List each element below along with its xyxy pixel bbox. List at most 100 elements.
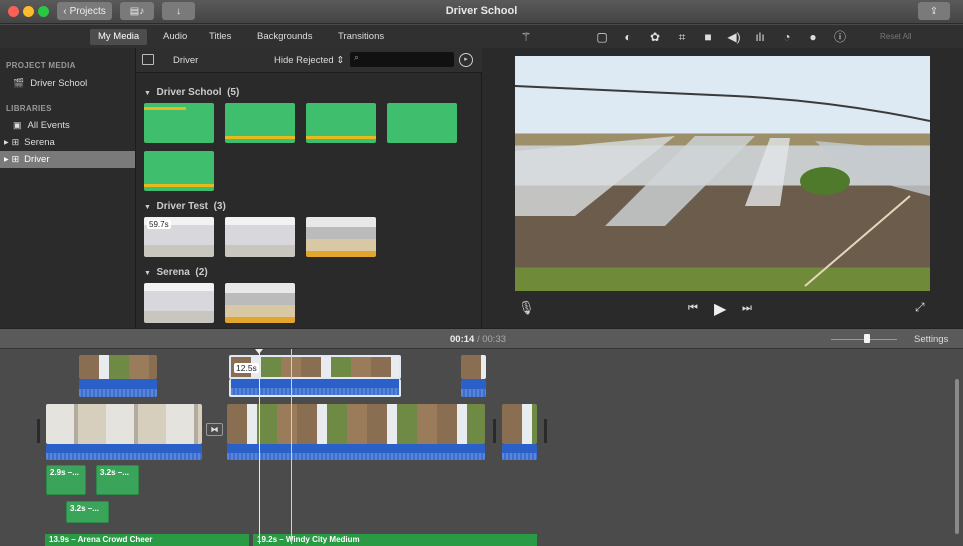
music-track[interactable]: 19.2s – Windy City Medium <box>253 534 537 546</box>
audio-clip-thumb[interactable] <box>306 103 376 143</box>
clapperboard-icon: 🎬 <box>13 78 25 88</box>
event-header-serena[interactable]: ▼ Serena (2) <box>144 267 208 278</box>
audio-peaks <box>144 107 186 110</box>
cutaway-video-clip[interactable] <box>461 355 486 379</box>
main-video-clip[interactable] <box>227 404 485 444</box>
timeline-scrollbar[interactable] <box>955 379 959 534</box>
video-clip-thumb[interactable] <box>225 217 295 257</box>
tab-titles[interactable]: Titles <box>201 29 239 45</box>
share-button[interactable]: ⇪ <box>918 2 950 20</box>
selected-cutaway-clip[interactable]: 12.5s <box>229 355 401 379</box>
event-header-driver-school[interactable]: ▼ Driver School (5) <box>144 87 239 98</box>
audio-clip-thumb[interactable] <box>387 103 457 143</box>
cropping-style-icon[interactable]: ▢ <box>594 29 610 45</box>
libraries-sidebar: PROJECT MEDIA 🎬 Driver School LIBRARIES ▣… <box>0 48 136 328</box>
selected-clip-duration: 12.5s <box>234 363 259 373</box>
fullscreen-icon[interactable]: ⤢ <box>915 300 925 315</box>
disclosure-triangle-icon[interactable]: ▶ <box>4 139 9 146</box>
search-input[interactable]: ⌕ <box>350 52 454 67</box>
library-name: Driver <box>173 55 199 66</box>
audio-range-bar <box>225 136 295 139</box>
skip-back-icon[interactable]: ⏮ <box>688 302 698 315</box>
search-icon: ⌕ <box>354 52 360 62</box>
play-icon[interactable]: ▶ <box>714 299 726 319</box>
music-track[interactable]: 13.9s – Arena Crowd Cheer <box>45 534 249 546</box>
sidebar-item-driver[interactable]: ▶ ⊞ Driver <box>0 151 135 168</box>
cutaway-video-clip[interactable] <box>79 355 157 379</box>
browser-tabs: My Media Audio Titles Backgrounds Transi… <box>0 25 482 48</box>
disclosure-down-icon: ▼ <box>144 90 151 97</box>
sound-effect-clip[interactable]: 2.9s –... <box>46 465 86 495</box>
sidebar-item-driver-school[interactable]: 🎬 Driver School <box>0 75 135 92</box>
speed-icon[interactable]: ◔ <box>779 29 795 45</box>
sound-effect-clip[interactable]: 3.2s –... <box>96 465 139 495</box>
library-grid-icon: ⊞ <box>11 137 20 147</box>
library-grid-icon: ⊞ <box>11 154 20 164</box>
sound-effect-clip[interactable]: 3.2s –... <box>66 501 109 523</box>
main-video-clip[interactable] <box>46 404 202 444</box>
viewer: 🎙 ⏮ ▶ ⏭ ⤢ <box>482 48 963 328</box>
audio-range-bar <box>306 136 376 139</box>
color-balance-icon[interactable]: ◐ <box>620 29 636 45</box>
tab-transitions[interactable]: Transitions <box>330 29 392 45</box>
main-audio[interactable] <box>502 444 537 460</box>
browser-toolbar: Driver Hide Rejected ⇕ ⌕ ▸ <box>136 48 482 73</box>
tab-audio[interactable]: Audio <box>155 29 195 45</box>
settings-button[interactable]: Settings <box>914 334 948 345</box>
zoom-slider-knob[interactable] <box>864 334 871 343</box>
audio-clip-thumb[interactable] <box>144 103 214 143</box>
main-audio[interactable] <box>227 444 485 460</box>
video-clip-thumb[interactable] <box>144 283 214 323</box>
timecode-display: 00:14 / 00:33 <box>450 334 507 345</box>
main-video-clip[interactable] <box>502 404 537 444</box>
inspector-toolbar: ⚚ ▢ ◐ ✿ ⌗ ■ ◀) ılı ◔ ● ⓘ Reset All <box>482 25 963 48</box>
stabilization-camera-icon[interactable]: ■ <box>700 29 716 45</box>
selected-cutaway-audio[interactable] <box>229 379 401 397</box>
video-clip-thumb[interactable] <box>225 283 295 323</box>
volume-icon[interactable]: ◀) <box>726 29 742 45</box>
tab-my-media[interactable]: My Media <box>90 29 148 45</box>
star-icon: ▣ <box>13 120 22 130</box>
event-header-driver-test[interactable]: ▼ Driver Test (3) <box>144 201 226 212</box>
cutaway-audio[interactable] <box>461 379 486 397</box>
sidebar-item-all-events[interactable]: ▣ All Events <box>0 117 135 134</box>
disclosure-triangle-icon[interactable]: ▶ <box>4 156 9 163</box>
playhead[interactable] <box>259 349 260 544</box>
project-media-header: PROJECT MEDIA <box>6 61 76 70</box>
skip-forward-icon[interactable]: ⏭ <box>742 302 752 315</box>
crop-icon[interactable]: ⌗ <box>674 29 690 45</box>
storyline-edge <box>493 419 496 443</box>
tab-backgrounds[interactable]: Backgrounds <box>249 29 320 45</box>
cutaway-audio[interactable] <box>79 379 157 397</box>
audio-range-bar <box>144 184 214 187</box>
playhead-handle-icon[interactable] <box>255 349 263 354</box>
storyline-edge <box>37 419 40 443</box>
video-clip-thumb[interactable]: 59.7s <box>144 217 214 257</box>
updown-arrows-icon: ⇕ <box>336 55 345 66</box>
equalizer-icon[interactable]: ılı <box>752 29 768 45</box>
transition-icon[interactable]: ⧓ <box>206 423 223 436</box>
video-clip-thumb[interactable] <box>306 217 376 257</box>
color-palette-icon[interactable]: ✿ <box>647 29 663 45</box>
video-preview[interactable] <box>515 56 930 291</box>
reset-all-button[interactable]: Reset All <box>880 32 912 41</box>
audio-clip-thumb[interactable] <box>144 151 214 191</box>
voiceover-microphone-icon[interactable]: 🎙 <box>518 300 535 316</box>
storyline-edge <box>544 419 547 443</box>
preview-frame-art <box>515 85 930 287</box>
main-audio[interactable] <box>46 444 202 460</box>
sidebar-toggle-icon[interactable] <box>142 54 154 65</box>
clip-appearance-icon[interactable]: ▸ <box>459 53 473 67</box>
filter-icon[interactable]: ● <box>805 29 821 45</box>
skimmer <box>291 349 292 544</box>
audio-clip-thumb[interactable] <box>225 103 295 143</box>
filter-dropdown[interactable]: Hide Rejected ⇕ <box>274 55 344 66</box>
info-icon[interactable]: ⓘ <box>832 29 848 45</box>
timeline: 12.5s ⧓ 2.9s –... 3.2s –... 3.2s –... 13… <box>0 349 963 546</box>
timeline-toolbar: 00:14 / 00:33 Settings <box>0 328 963 349</box>
magic-wand-icon[interactable]: ⚚ <box>518 29 534 45</box>
title-bar: ‹ Projects ▤♪ ↓ Driver School ⇪ <box>0 0 963 24</box>
disclosure-down-icon: ▼ <box>144 270 151 277</box>
window-title: Driver School <box>445 5 518 17</box>
sidebar-item-serena[interactable]: ▶ ⊞ Serena <box>0 134 135 151</box>
